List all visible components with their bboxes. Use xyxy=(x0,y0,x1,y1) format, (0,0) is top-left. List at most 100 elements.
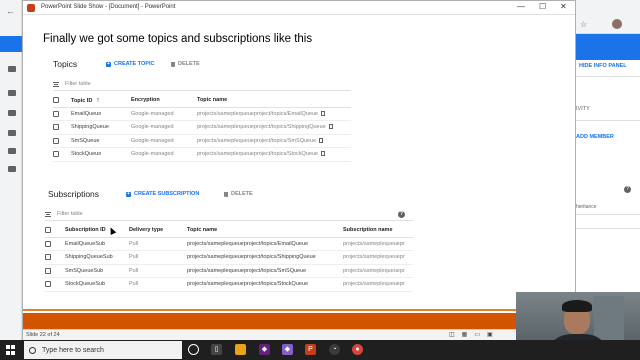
table-row[interactable]: SmSQueue Google-managed projects/sameple… xyxy=(53,134,351,148)
subscription-name-cell: projects/sameplequeuepr xyxy=(343,264,413,278)
help-icon[interactable]: ? xyxy=(398,211,405,218)
minimize-button[interactable]: — xyxy=(517,2,525,11)
add-member-button[interactable]: ADD MEMBER xyxy=(576,134,614,140)
column-header[interactable]: Encryption xyxy=(131,94,197,108)
nav-icon[interactable] xyxy=(8,90,16,96)
topic-name-cell[interactable]: projects/sameplequeueproject/topics/Emai… xyxy=(187,237,343,251)
add-icon: + xyxy=(126,190,131,197)
delete-subscription-label: DELETE xyxy=(231,191,253,197)
back-arrow-icon[interactable]: ← xyxy=(6,6,15,16)
topic-name-cell[interactable]: projects/sameplequeueproject/topics/Ship… xyxy=(187,250,343,265)
delete-subscription-button[interactable]: DELETE xyxy=(224,191,253,197)
visual-studio-2-icon[interactable]: ◆ xyxy=(282,344,293,355)
menu-bar[interactable] xyxy=(0,36,22,52)
chrome-icon[interactable]: ● xyxy=(352,344,363,355)
column-header[interactable]: Subscription ID xyxy=(65,224,129,238)
select-all-cell xyxy=(53,94,71,108)
activity-tab[interactable]: IVITY xyxy=(576,106,590,112)
topic-id-cell[interactable]: SmSQueue xyxy=(71,134,131,148)
task-view-icon[interactable]: ▯ xyxy=(211,344,222,355)
row-checkbox[interactable] xyxy=(45,281,51,288)
subscription-id-cell[interactable]: ShippingQueueSub xyxy=(65,250,129,265)
table-row[interactable]: ShippingQueueSub Pull projects/sameplequ… xyxy=(45,250,413,265)
copy-icon[interactable] xyxy=(319,137,324,143)
row-checkbox[interactable] xyxy=(45,240,51,247)
topic-id-cell[interactable]: ShippingQueue xyxy=(71,120,131,135)
create-subscription-button[interactable]: + CREATE SUBSCRIPTION xyxy=(126,191,199,197)
copy-icon[interactable] xyxy=(328,124,333,130)
visual-studio-icon[interactable]: ◆ xyxy=(259,344,270,355)
column-header[interactable]: Topic name xyxy=(187,224,343,238)
normal-view-icon[interactable]: ◫ xyxy=(449,331,455,338)
table-header-row: Subscription ID Delivery type Topic name… xyxy=(45,224,413,238)
browser-toolbar: ☆ xyxy=(576,0,640,34)
avatar[interactable] xyxy=(612,19,622,29)
slide-sorter-icon[interactable]: ▦ xyxy=(462,331,468,338)
windows-start-icon[interactable] xyxy=(6,345,16,355)
table-header-row: Topic ID ↑ Encryption Topic name xyxy=(53,94,351,108)
copy-icon[interactable] xyxy=(321,110,326,116)
app-icon[interactable]: ◔ xyxy=(329,344,340,355)
subscription-id-cell[interactable]: StockQueueSub xyxy=(65,277,129,292)
table-row[interactable]: EmailQueue Google-managed projects/samep… xyxy=(53,107,351,121)
create-topic-button[interactable]: + CREATE TOPIC xyxy=(106,61,154,67)
trash-icon xyxy=(171,61,175,67)
table-row[interactable]: EmailQueueSub Pull projects/sameplequeue… xyxy=(45,237,413,251)
file-explorer-icon[interactable] xyxy=(235,344,246,355)
nav-icon[interactable] xyxy=(8,66,16,72)
delete-topic-button[interactable]: DELETE xyxy=(171,61,200,67)
table-row[interactable]: StockQueue Google-managed projects/samep… xyxy=(53,147,351,162)
row-select-cell xyxy=(53,120,71,135)
column-header[interactable]: Subscription name xyxy=(343,224,413,238)
topic-id-cell[interactable]: StockQueue xyxy=(71,147,131,162)
subscriptions-filter[interactable]: Filter table xyxy=(45,208,413,221)
delivery-type-cell: Pull xyxy=(129,250,187,265)
topic-name-cell[interactable]: projects/sameplequeueproject/topics/SmSQ… xyxy=(187,264,343,278)
topic-name-cell[interactable]: projects/sameplequeueproject/topics/Stoc… xyxy=(187,277,343,292)
nav-icon[interactable] xyxy=(8,110,16,116)
encryption-cell: Google-managed xyxy=(131,147,197,162)
powerpoint-taskbar-icon[interactable]: P xyxy=(305,344,316,355)
search-icon xyxy=(29,346,36,354)
row-select-cell xyxy=(53,134,71,148)
topics-filter[interactable]: Filter table xyxy=(53,78,351,91)
powerpoint-logo-icon xyxy=(27,4,35,12)
select-all-checkbox[interactable] xyxy=(45,227,51,234)
status-bar: Slide 22 of 24 ◫ ▦ ▭ ▣ xyxy=(23,329,575,340)
subscription-id-cell[interactable]: SmSQueueSub xyxy=(65,264,129,278)
select-all-checkbox[interactable] xyxy=(53,97,59,104)
slideshow-icon[interactable]: ▣ xyxy=(487,331,493,338)
column-header[interactable]: Topic ID ↑ xyxy=(71,94,131,108)
nav-icon[interactable] xyxy=(8,148,16,154)
row-checkbox[interactable] xyxy=(53,151,59,158)
row-checkbox[interactable] xyxy=(53,124,59,131)
close-button[interactable]: ✕ xyxy=(560,2,567,11)
row-checkbox[interactable] xyxy=(53,110,59,117)
topic-id-cell[interactable]: EmailQueue xyxy=(71,107,131,121)
copy-icon[interactable] xyxy=(321,151,326,157)
nav-icon[interactable] xyxy=(8,166,16,172)
row-checkbox[interactable] xyxy=(53,137,59,144)
row-checkbox[interactable] xyxy=(45,254,51,261)
help-icon[interactable]: ? xyxy=(624,186,631,193)
table-row[interactable]: StockQueueSub Pull projects/sameplequeue… xyxy=(45,277,413,292)
taskbar-search[interactable]: Type here to search xyxy=(24,341,182,359)
sort-arrow-up-icon[interactable]: ↑ xyxy=(96,97,100,104)
table-row[interactable]: ShippingQueue Google-managed projects/sa… xyxy=(53,120,351,135)
view-controls: ◫ ▦ ▭ ▣ xyxy=(449,331,493,338)
delivery-type-cell: Pull xyxy=(129,237,187,251)
hide-info-panel-button[interactable]: HIDE INFO PANEL xyxy=(579,63,627,69)
table-row[interactable]: SmSQueueSub Pull projects/sameplequeuepr… xyxy=(45,264,413,278)
subscription-id-cell[interactable]: EmailQueueSub xyxy=(65,237,129,251)
subscriptions-filter-placeholder: Filter table xyxy=(57,211,83,217)
encryption-cell: Google-managed xyxy=(131,107,197,121)
reading-view-icon[interactable]: ▭ xyxy=(474,331,480,338)
column-header[interactable]: Delivery type xyxy=(129,224,187,238)
filter-icon xyxy=(45,211,51,217)
maximize-button[interactable]: ☐ xyxy=(539,2,546,11)
column-header[interactable]: Topic name xyxy=(197,94,351,108)
row-checkbox[interactable] xyxy=(45,267,51,274)
star-icon[interactable]: ☆ xyxy=(580,20,587,29)
nav-icon[interactable] xyxy=(8,130,16,136)
cortana-icon[interactable] xyxy=(188,344,199,355)
